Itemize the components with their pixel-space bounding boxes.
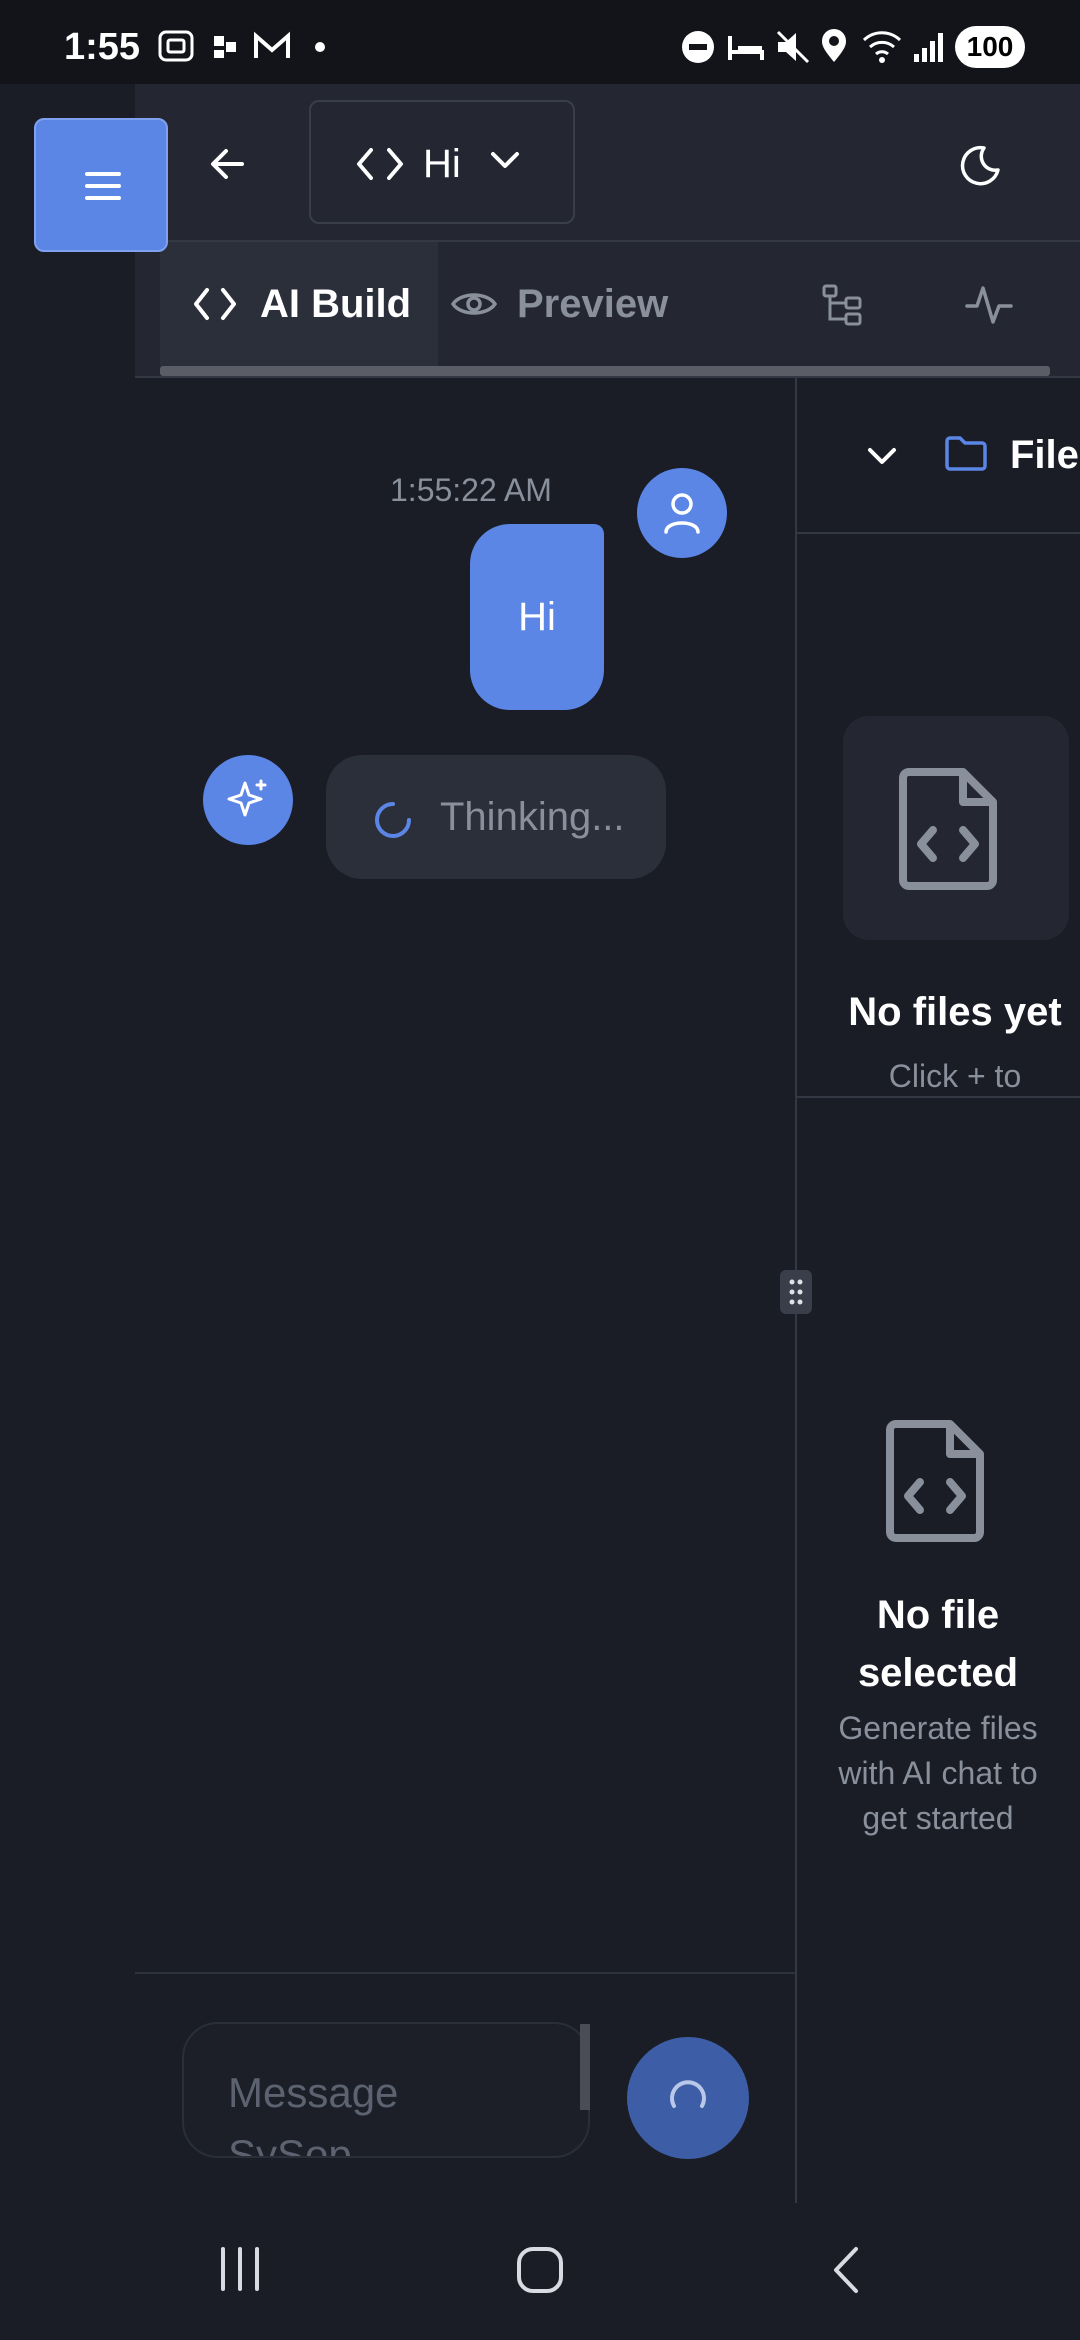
- chat-panel: [135, 380, 795, 1972]
- project-title: Hi: [423, 142, 461, 186]
- files-title: Files: [1010, 433, 1080, 477]
- tab-label: AI Build: [260, 281, 412, 326]
- moon-icon: [960, 145, 1000, 186]
- home-icon[interactable]: [515, 2245, 565, 2295]
- back-arrow-icon: [211, 149, 244, 179]
- back-button[interactable]: [200, 136, 256, 192]
- message-input-placeholder: Message SySop: [228, 2069, 399, 2158]
- chevron-down-icon: [491, 152, 519, 168]
- message-timestamp: 1:55:22 AM: [390, 472, 552, 508]
- project-selector[interactable]: Hi: [309, 100, 575, 224]
- file-code-icon: [886, 1420, 984, 1542]
- status-time: 1:55: [64, 26, 141, 68]
- user-avatar: [637, 468, 727, 558]
- location-icon: [822, 29, 846, 62]
- screenshot-icon: [158, 30, 194, 62]
- folder-icon: [945, 436, 987, 471]
- code-icon: [357, 148, 403, 180]
- tab-label: Preview: [517, 281, 669, 326]
- mute-icon: [776, 30, 810, 64]
- file-code-icon: [899, 768, 997, 890]
- sleep-icon: [728, 36, 764, 60]
- app-header: [135, 84, 1080, 242]
- gmail-icon: [254, 31, 290, 58]
- composer-divider: [135, 1972, 795, 1974]
- back-nav-icon[interactable]: [826, 2245, 866, 2295]
- wifi-icon: [862, 31, 902, 63]
- do-not-disturb-icon: [682, 31, 714, 63]
- thinking-text: Thinking...: [440, 795, 625, 839]
- chevron-down-icon[interactable]: [866, 442, 898, 470]
- activity-icon: [965, 286, 1013, 324]
- grip-icon: [789, 1279, 803, 1305]
- files-divider: [797, 1096, 1080, 1098]
- user-message-bubble: Hi: [470, 524, 604, 710]
- empty-files-title: No files yet: [848, 990, 1062, 1034]
- sparkles-icon: [227, 779, 267, 817]
- menu-button[interactable]: [34, 118, 168, 252]
- message-input[interactable]: Message SySop: [182, 2022, 590, 2158]
- resize-handle[interactable]: [780, 1270, 812, 1314]
- no-file-selected-subtitle: Generate files with AI chat to get start…: [838, 1710, 1038, 1836]
- tab-bar: AI Build Preview: [135, 242, 1080, 378]
- tab-structure[interactable]: [820, 242, 900, 366]
- dot-icon: [315, 42, 325, 52]
- tab-ai-build[interactable]: AI Build: [160, 242, 438, 366]
- app-icon: [214, 36, 236, 58]
- no-file-selected-title: No file selected: [857, 1593, 1019, 1695]
- theme-toggle-button[interactable]: [958, 136, 1014, 192]
- battery-indicator: 100: [955, 26, 1025, 68]
- loading-spinner-icon: [670, 2080, 706, 2108]
- loading-spinner-icon: [375, 802, 411, 838]
- input-scrollbar[interactable]: [580, 2024, 590, 2110]
- empty-files-card: [843, 716, 1069, 940]
- code-icon: [194, 288, 236, 320]
- menu-icon: [85, 172, 121, 200]
- signal-icon: [914, 33, 943, 62]
- tab-scrollbar[interactable]: [160, 366, 1050, 376]
- system-nav-bar: [0, 2203, 1080, 2340]
- empty-files-hint: Click + to: [888, 1058, 1022, 1094]
- assistant-message-bubble: Thinking...: [326, 755, 666, 879]
- recent-apps-icon[interactable]: [215, 2245, 265, 2293]
- tree-icon: [822, 284, 862, 326]
- user-icon: [664, 493, 700, 534]
- eye-icon: [451, 293, 497, 315]
- tab-preview[interactable]: Preview: [447, 242, 707, 366]
- send-button[interactable]: [627, 2037, 749, 2159]
- status-bar: 1:55 100: [0, 0, 1080, 84]
- tab-activity[interactable]: [965, 242, 1045, 366]
- assistant-avatar: [203, 755, 293, 845]
